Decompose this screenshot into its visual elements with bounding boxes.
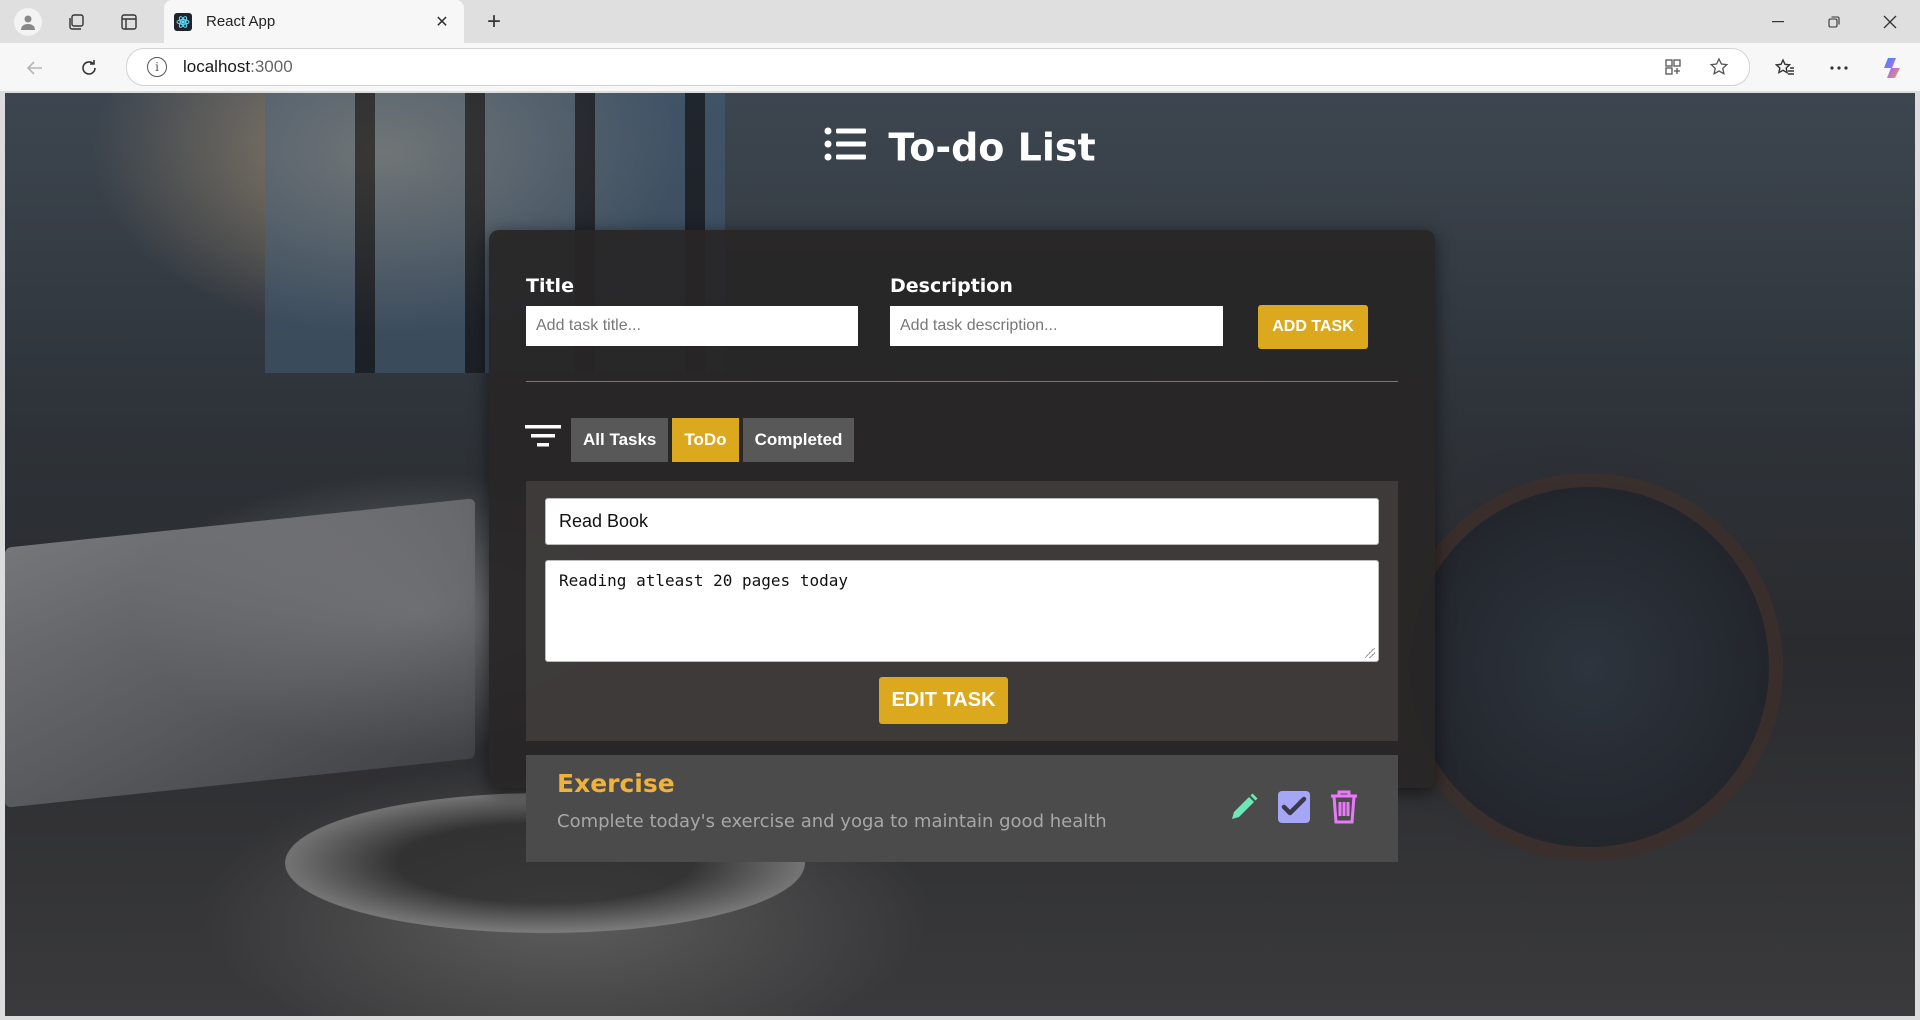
edit-task-button[interactable]: EDIT TASK: [879, 677, 1008, 724]
close-tab-icon[interactable]: ✕: [432, 12, 452, 32]
app-title: To-do List: [5, 123, 1915, 170]
url-field[interactable]: i localhost:3000: [126, 48, 1750, 86]
refresh-icon[interactable]: [72, 51, 106, 85]
divider: [526, 381, 1398, 382]
app-available-icon[interactable]: [1657, 51, 1689, 83]
browser-tab-bar: React App ✕ +: [0, 0, 1920, 43]
description-input[interactable]: [890, 306, 1223, 346]
edit-title-input[interactable]: Read Book: [545, 498, 1379, 545]
edit-task-panel: Read Book Reading atleast 20 pages today…: [526, 481, 1398, 741]
list-icon: [824, 126, 867, 170]
background-clock: [1395, 473, 1783, 861]
edit-description-text: Reading atleast 20 pages today: [559, 571, 848, 590]
tab-todo[interactable]: ToDo: [672, 418, 739, 462]
page-viewport: To-do List Title Description ADD TASK Al…: [5, 93, 1915, 1016]
react-logo-icon: [174, 12, 192, 31]
task-item: Exercise Complete today's exercise and y…: [526, 755, 1398, 862]
filter-tabs: All Tasks ToDo Completed: [571, 418, 855, 462]
task-title: Exercise: [557, 769, 675, 798]
close-window-icon[interactable]: [1862, 0, 1918, 43]
delete-icon[interactable]: [1326, 789, 1362, 825]
description-label: Description: [890, 275, 1013, 297]
browser-tab-active[interactable]: React App ✕: [164, 0, 464, 43]
favorite-star-icon[interactable]: [1703, 51, 1735, 83]
task-description: Complete today's exercise and yoga to ma…: [557, 811, 1107, 832]
todo-card: Title Description ADD TASK All Tasks ToD…: [489, 230, 1435, 862]
minimize-icon[interactable]: [1750, 0, 1806, 43]
copilot-icon[interactable]: [1876, 51, 1910, 85]
more-options-icon[interactable]: [1822, 51, 1856, 85]
filter-icon: [525, 422, 561, 452]
url-text: localhost:3000: [183, 57, 293, 76]
new-tab-icon[interactable]: +: [478, 6, 510, 38]
background-laptop: [5, 498, 475, 808]
add-task-button[interactable]: ADD TASK: [1258, 305, 1368, 349]
browser-address-bar: i localhost:3000: [0, 43, 1920, 91]
app-title-text: To-do List: [888, 125, 1096, 170]
restore-icon[interactable]: [1806, 0, 1862, 43]
edit-icon[interactable]: [1226, 789, 1262, 825]
tab-title: React App: [206, 13, 276, 30]
check-icon[interactable]: [1276, 789, 1312, 825]
tab-completed[interactable]: Completed: [742, 418, 855, 462]
profile-icon[interactable]: [12, 6, 44, 38]
tab-all-tasks[interactable]: All Tasks: [571, 418, 669, 462]
favorites-icon[interactable]: [1768, 51, 1802, 85]
back-icon[interactable]: [18, 51, 52, 85]
edit-description-textarea[interactable]: Reading atleast 20 pages today: [545, 560, 1379, 662]
tab-actions-icon[interactable]: [113, 6, 145, 38]
title-label: Title: [526, 275, 574, 297]
site-info-icon[interactable]: i: [147, 57, 167, 77]
title-input[interactable]: [526, 306, 858, 346]
workspaces-icon[interactable]: [60, 6, 92, 38]
resize-handle-icon[interactable]: [1365, 648, 1375, 658]
